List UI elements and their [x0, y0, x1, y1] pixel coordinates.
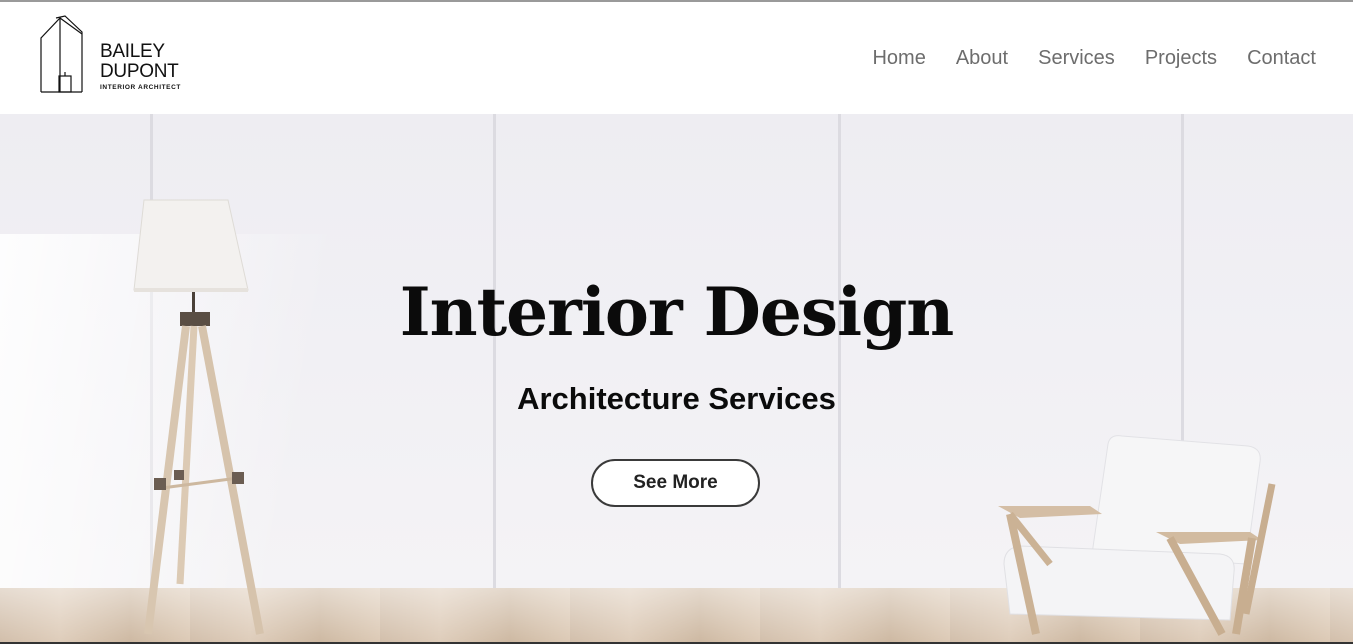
brand-tagline: INTERIOR ARCHITECT — [100, 84, 181, 91]
brand-wordmark: BAILEY DUPONT INTERIOR ARCHITECT — [100, 41, 181, 92]
nav-home[interactable]: Home — [872, 46, 925, 70]
brand-logo[interactable]: BAILEY DUPONT INTERIOR ARCHITECT — [38, 14, 198, 96]
main-nav: Home About Services Projects Contact — [842, 46, 1316, 70]
hero-content: Interior Design Architecture Services Se… — [0, 114, 1353, 644]
brand-line2: DUPONT — [100, 61, 179, 82]
site-header: BAILEY DUPONT INTERIOR ARCHITECT Home Ab… — [0, 2, 1353, 114]
hero-subtitle: Architecture Services — [517, 381, 836, 416]
nav-services[interactable]: Services — [1038, 46, 1115, 70]
nav-projects[interactable]: Projects — [1145, 46, 1217, 70]
see-more-button[interactable]: See More — [591, 459, 760, 507]
hero-title: Interior Design — [399, 273, 955, 351]
hero-section: Interior Design Architecture Services Se… — [0, 114, 1353, 644]
house-logo-icon — [40, 15, 83, 93]
nav-contact[interactable]: Contact — [1247, 46, 1316, 70]
nav-about[interactable]: About — [956, 46, 1008, 70]
brand-line1: BAILEY — [100, 41, 165, 62]
